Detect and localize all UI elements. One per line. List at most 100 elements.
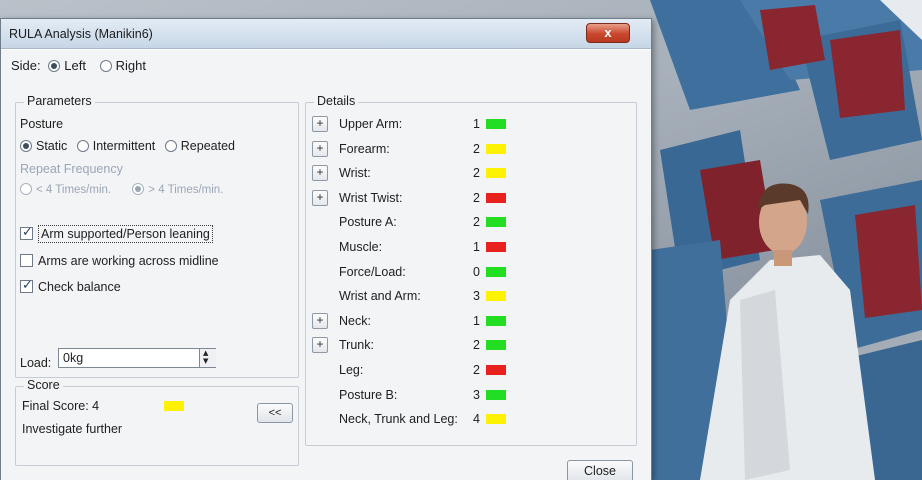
detail-row: + Upper Arm: 1 [306,115,636,137]
detail-label: Neck, Trunk and Leg: [339,412,458,427]
detail-label: Force/Load: [339,264,406,279]
detail-value: 1 [473,240,480,254]
expand-icon[interactable]: + [312,189,328,206]
detail-row: Neck, Trunk and Leg: 4 [306,410,636,432]
checkbox-arm-supported-row[interactable]: Arm supported/Person leaning [20,225,213,243]
rula-analysis-dialog: RULA Analysis (Manikin6) x Side: Left Ri… [0,18,652,480]
repeat-lt4-label: < 4 Times/min. [36,184,112,196]
arms-midline-label[interactable]: Arms are working across midline [38,254,219,268]
expand-icon[interactable]: + [312,116,328,132]
detail-color-indicator [486,217,506,228]
repeat-frequency-options: < 4 Times/min. > 4 Times/min. [20,183,223,196]
detail-color-indicator [486,340,506,351]
posture-intermittent-label[interactable]: Intermittent [93,139,156,153]
side-label: Side: [11,58,41,73]
close-icon: x [604,25,612,40]
detail-row: + Wrist Twist: 2 [306,189,636,211]
side-left-label[interactable]: Left [64,58,86,73]
detail-color-indicator [486,143,506,154]
detail-color-indicator [486,315,506,326]
detail-label: Posture B: [339,387,398,402]
detail-row: Leg: 2 [306,361,636,383]
final-score-color [164,401,184,411]
score-recommendation: Investigate further [22,422,123,436]
detail-label: Wrist: [339,166,371,181]
detail-label: Neck: [339,313,371,328]
posture-static-radio[interactable] [20,140,32,152]
repeat-frequency-label: Repeat Frequency [20,162,123,176]
check-balance-label[interactable]: Check balance [38,280,121,294]
load-input[interactable]: 0kg [58,348,216,368]
check-balance-checkbox[interactable] [20,278,33,293]
close-button[interactable]: Close [567,460,633,480]
detail-row: Muscle: 1 [306,238,636,260]
detail-label: Posture A: [339,215,397,230]
repeat-gt4-radio [132,183,145,195]
spin-up-icon[interactable]: ▲ [203,349,208,357]
detail-row: Posture A: 2 [306,213,636,235]
window-close-button[interactable]: x [586,23,630,43]
detail-color-indicator [486,365,506,375]
arm-supported-label[interactable]: Arm supported/Person leaning [38,225,213,243]
detail-value: 2 [473,215,480,230]
title-bar[interactable]: RULA Analysis (Manikin6) x [1,19,651,49]
detail-value: 2 [473,338,480,353]
details-group-label: Details [314,94,359,108]
side-left-radio[interactable] [48,60,61,72]
detail-value: 2 [473,190,480,205]
load-spinner[interactable]: ▲ ▼ [199,349,216,367]
detail-label: Trunk: [339,338,374,353]
arm-supported-checkbox[interactable] [20,225,33,240]
detail-label: Upper Arm: [339,117,403,131]
posture-intermittent-radio[interactable] [76,140,89,152]
detail-value: 0 [473,264,480,279]
expand-icon[interactable]: + [312,337,328,354]
detail-color-indicator [486,242,506,252]
detail-label: Leg: [339,363,364,377]
arms-midline-checkbox[interactable] [20,254,33,267]
side-right-label[interactable]: Right [116,58,146,73]
detail-row: + Wrist: 2 [306,164,636,186]
detail-value: 4 [473,412,480,427]
detail-value: 2 [473,166,480,181]
detail-row: Wrist and Arm: 3 [306,287,636,309]
expand-icon[interactable]: + [312,140,328,157]
detail-row: Posture B: 3 [306,386,636,408]
posture-static-label[interactable]: Static [36,139,67,153]
detail-label: Forearm: [339,141,390,156]
side-selector: Side: Left Right [11,58,146,73]
score-group: Score Final Score: 4 Investigate further… [15,378,299,466]
checkbox-balance-row[interactable]: Check balance [20,278,121,294]
detail-color-indicator [486,266,506,277]
detail-value: 2 [473,141,480,156]
detail-color-indicator [486,389,506,400]
expand-icon[interactable]: + [312,312,328,329]
detail-value: 1 [473,117,480,131]
checkbox-midline-row[interactable]: Arms are working across midline [20,254,219,268]
detail-value: 2 [473,363,480,377]
posture-repeated-label[interactable]: Repeated [181,139,235,153]
posture-label: Posture [20,117,64,131]
posture-options: Static Intermittent Repeated [20,139,235,153]
side-right-radio[interactable] [99,60,112,72]
parameters-group-label: Parameters [24,94,95,108]
spin-down-icon[interactable]: ▼ [203,357,208,365]
detail-value: 3 [473,387,480,402]
detail-value: 1 [473,313,480,328]
expand-icon[interactable]: + [312,165,328,182]
posture-repeated-radio[interactable] [164,140,177,152]
collapse-details-button[interactable]: << [257,403,293,423]
repeat-lt4-radio [20,183,32,195]
detail-row: Force/Load: 0 [306,263,636,285]
detail-color-indicator [486,168,506,179]
repeat-gt4-label: > 4 Times/min. [148,184,224,196]
detail-value: 3 [473,289,480,304]
detail-row: + Forearm: 2 [306,140,636,162]
score-group-label: Score [24,378,63,392]
detail-label: Wrist and Arm: [339,289,421,304]
details-group: Details + Upper Arm: 1 + Forearm: 2 + Wrist: 2 + W… [305,94,637,446]
detail-color-indicator [486,291,506,302]
window-title: RULA Analysis (Manikin6) [9,27,153,41]
load-label: Load: [20,356,52,370]
detail-color-indicator [486,119,506,129]
